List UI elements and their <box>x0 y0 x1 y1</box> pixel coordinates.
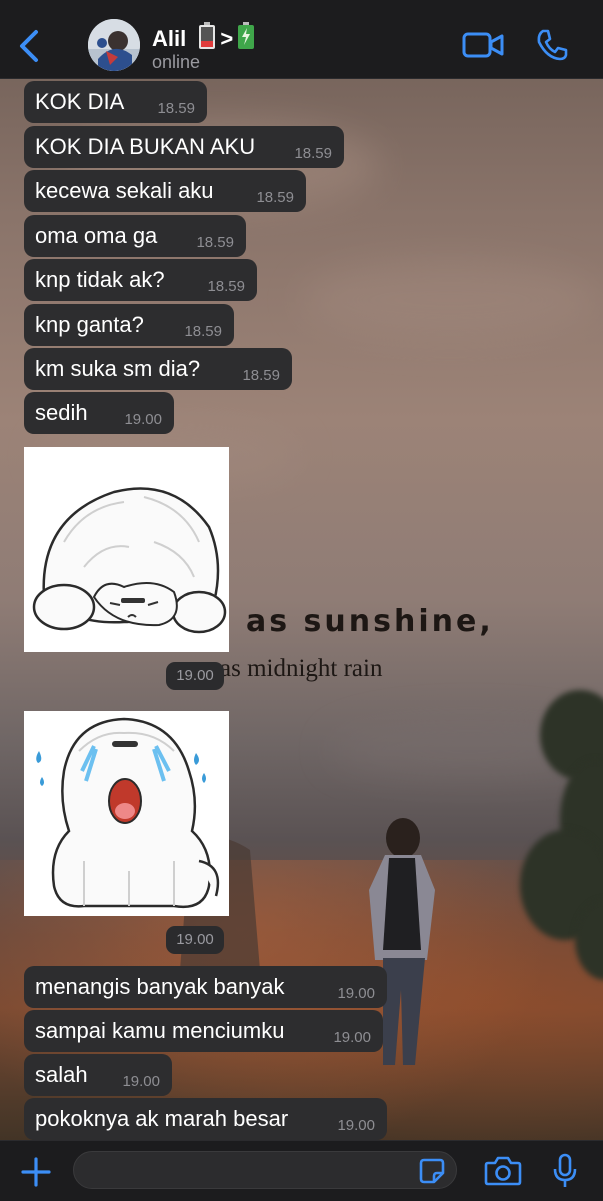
message-time: 19.00 <box>333 1029 371 1046</box>
wallpaper-quote-line2: as midnight rain <box>220 655 383 682</box>
video-call-icon[interactable] <box>462 30 504 60</box>
contact-name: Alil <box>152 26 187 51</box>
contact-name-row[interactable]: Alil > <box>152 22 255 52</box>
message-bubble[interactable]: menangis banyak banyak 19.00 <box>24 966 387 1008</box>
message-text: pokoknya ak marah besar <box>35 1106 289 1131</box>
sticker-time: 19.00 <box>166 662 224 690</box>
sad-dog-sticker[interactable] <box>24 447 229 652</box>
message-time: 18.59 <box>196 234 234 251</box>
chat-header: Alil > online <box>0 0 603 79</box>
message-time: 19.00 <box>124 411 162 428</box>
message-bubble[interactable]: sedih 19.00 <box>24 392 174 434</box>
low-battery-emoji-icon <box>199 22 216 49</box>
message-text: kecewa sekali aku <box>35 178 214 203</box>
back-chevron-icon[interactable] <box>14 26 44 66</box>
message-bubble[interactable]: kecewa sekali aku 18.59 <box>24 170 306 212</box>
message-time: 18.59 <box>256 189 294 206</box>
message-input[interactable] <box>73 1151 457 1189</box>
composer-bar <box>0 1140 603 1201</box>
message-bubble[interactable]: km suka sm dia? 18.59 <box>24 348 292 390</box>
message-time: 18.59 <box>242 367 280 384</box>
message-text: sampai kamu menciumku <box>35 1018 285 1043</box>
message-text: km suka sm dia? <box>35 356 201 381</box>
message-bubble[interactable]: sampai kamu menciumku 19.00 <box>24 1010 383 1052</box>
message-bubble[interactable]: knp tidak ak? 18.59 <box>24 259 257 301</box>
sticker-time: 19.00 <box>166 926 224 954</box>
message-text: knp tidak ak? <box>35 267 165 292</box>
wallpaper-quote-line1: as sunshine, <box>246 604 494 639</box>
voice-call-icon[interactable] <box>535 28 569 62</box>
camera-icon[interactable] <box>484 1155 522 1187</box>
message-text: KOK DIA <box>35 89 125 114</box>
sticker-icon[interactable] <box>418 1157 446 1185</box>
message-bubble[interactable]: KOK DIA 18.59 <box>24 81 207 123</box>
message-bubble[interactable]: oma oma ga 18.59 <box>24 215 246 257</box>
message-text: oma oma ga <box>35 223 158 248</box>
message-time: 19.00 <box>337 985 375 1002</box>
name-separator: > <box>220 26 234 51</box>
message-time: 18.59 <box>184 323 222 340</box>
full-battery-emoji-icon <box>238 22 255 49</box>
message-text: knp ganta? <box>35 312 144 337</box>
message-time: 19.00 <box>122 1073 160 1090</box>
message-bubble[interactable]: knp ganta? 18.59 <box>24 304 234 346</box>
plus-icon[interactable] <box>20 1156 52 1188</box>
microphone-icon[interactable] <box>552 1153 578 1189</box>
crying-dog-sticker[interactable] <box>24 711 229 916</box>
message-text: sedih <box>35 400 88 425</box>
message-bubble[interactable]: KOK DIA BUKAN AKU 18.59 <box>24 126 344 168</box>
message-text: salah <box>35 1062 88 1087</box>
message-text: menangis banyak banyak <box>35 974 285 999</box>
message-bubble[interactable]: pokoknya ak marah besar 19.00 <box>24 1098 387 1140</box>
message-time: 18.59 <box>157 100 195 117</box>
message-text: KOK DIA BUKAN AKU <box>35 134 256 159</box>
message-time: 18.59 <box>294 145 332 162</box>
message-time: 18.59 <box>207 278 245 295</box>
message-time: 19.00 <box>337 1117 375 1134</box>
message-bubble[interactable]: salah 19.00 <box>24 1054 172 1096</box>
contact-avatar[interactable] <box>88 19 140 71</box>
contact-status: online <box>152 52 201 72</box>
